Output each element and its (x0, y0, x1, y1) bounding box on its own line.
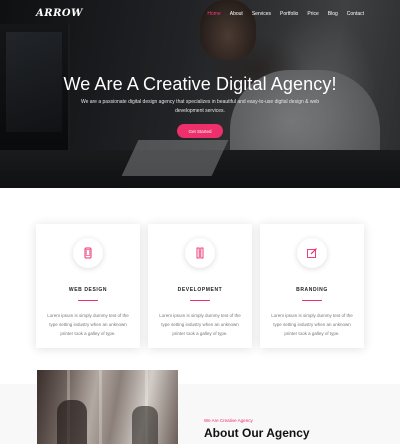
image-person (57, 400, 87, 444)
hero-subtitle: We are a passionate digital design agenc… (80, 99, 320, 114)
image-detail (99, 370, 102, 444)
nav-item-about[interactable]: About (230, 11, 243, 17)
get-started-button[interactable]: Get Started (177, 124, 223, 138)
nav-item-price[interactable]: Price (307, 11, 318, 17)
nav-item-home[interactable]: Home (207, 11, 220, 17)
about-image (37, 370, 178, 444)
main-nav: Home About Services Portfolio Price Blog… (207, 11, 364, 17)
feature-title: WEB DESIGN (68, 287, 108, 293)
nav-item-blog[interactable]: Blog (328, 11, 338, 17)
nav-item-portfolio[interactable]: Portfolio (280, 11, 298, 17)
feature-card-web-design: WEB DESIGN Lorem ipsum is simply dummy t… (36, 224, 140, 348)
nav-item-contact[interactable]: Contact (347, 11, 364, 17)
image-person (132, 406, 158, 444)
site-logo[interactable]: ARROW (36, 8, 83, 19)
feature-card-development: DEVELOPMENT Lorem ipsum is simply dummy … (148, 224, 252, 348)
hero-title: We Are A Creative Digital Agency! (63, 74, 337, 94)
feature-text: Lorem ipsum is simply dummy text of the … (271, 313, 353, 336)
feature-text: Lorem ipsum is simply dummy text of the … (159, 313, 241, 336)
feature-title: BRANDING (296, 287, 328, 293)
feature-divider (302, 300, 322, 301)
tablet-icon (73, 238, 103, 268)
feature-card-branding: BRANDING Lorem ipsum is simply dummy tex… (260, 224, 364, 348)
feature-title: DEVELOPMENT (177, 287, 223, 293)
edit-icon (297, 238, 327, 268)
about-kicker: We Are Creative Agency (204, 418, 253, 423)
feature-divider (190, 300, 210, 301)
nav-item-services[interactable]: Services (252, 11, 271, 17)
about-title: About Our Agency (204, 426, 310, 440)
feature-text: Lorem ipsum is simply dummy text of the … (47, 313, 129, 336)
pencils-icon (185, 238, 215, 268)
hero-section: ARROW Home About Services Portfolio Pric… (0, 0, 400, 188)
feature-divider (78, 300, 98, 301)
